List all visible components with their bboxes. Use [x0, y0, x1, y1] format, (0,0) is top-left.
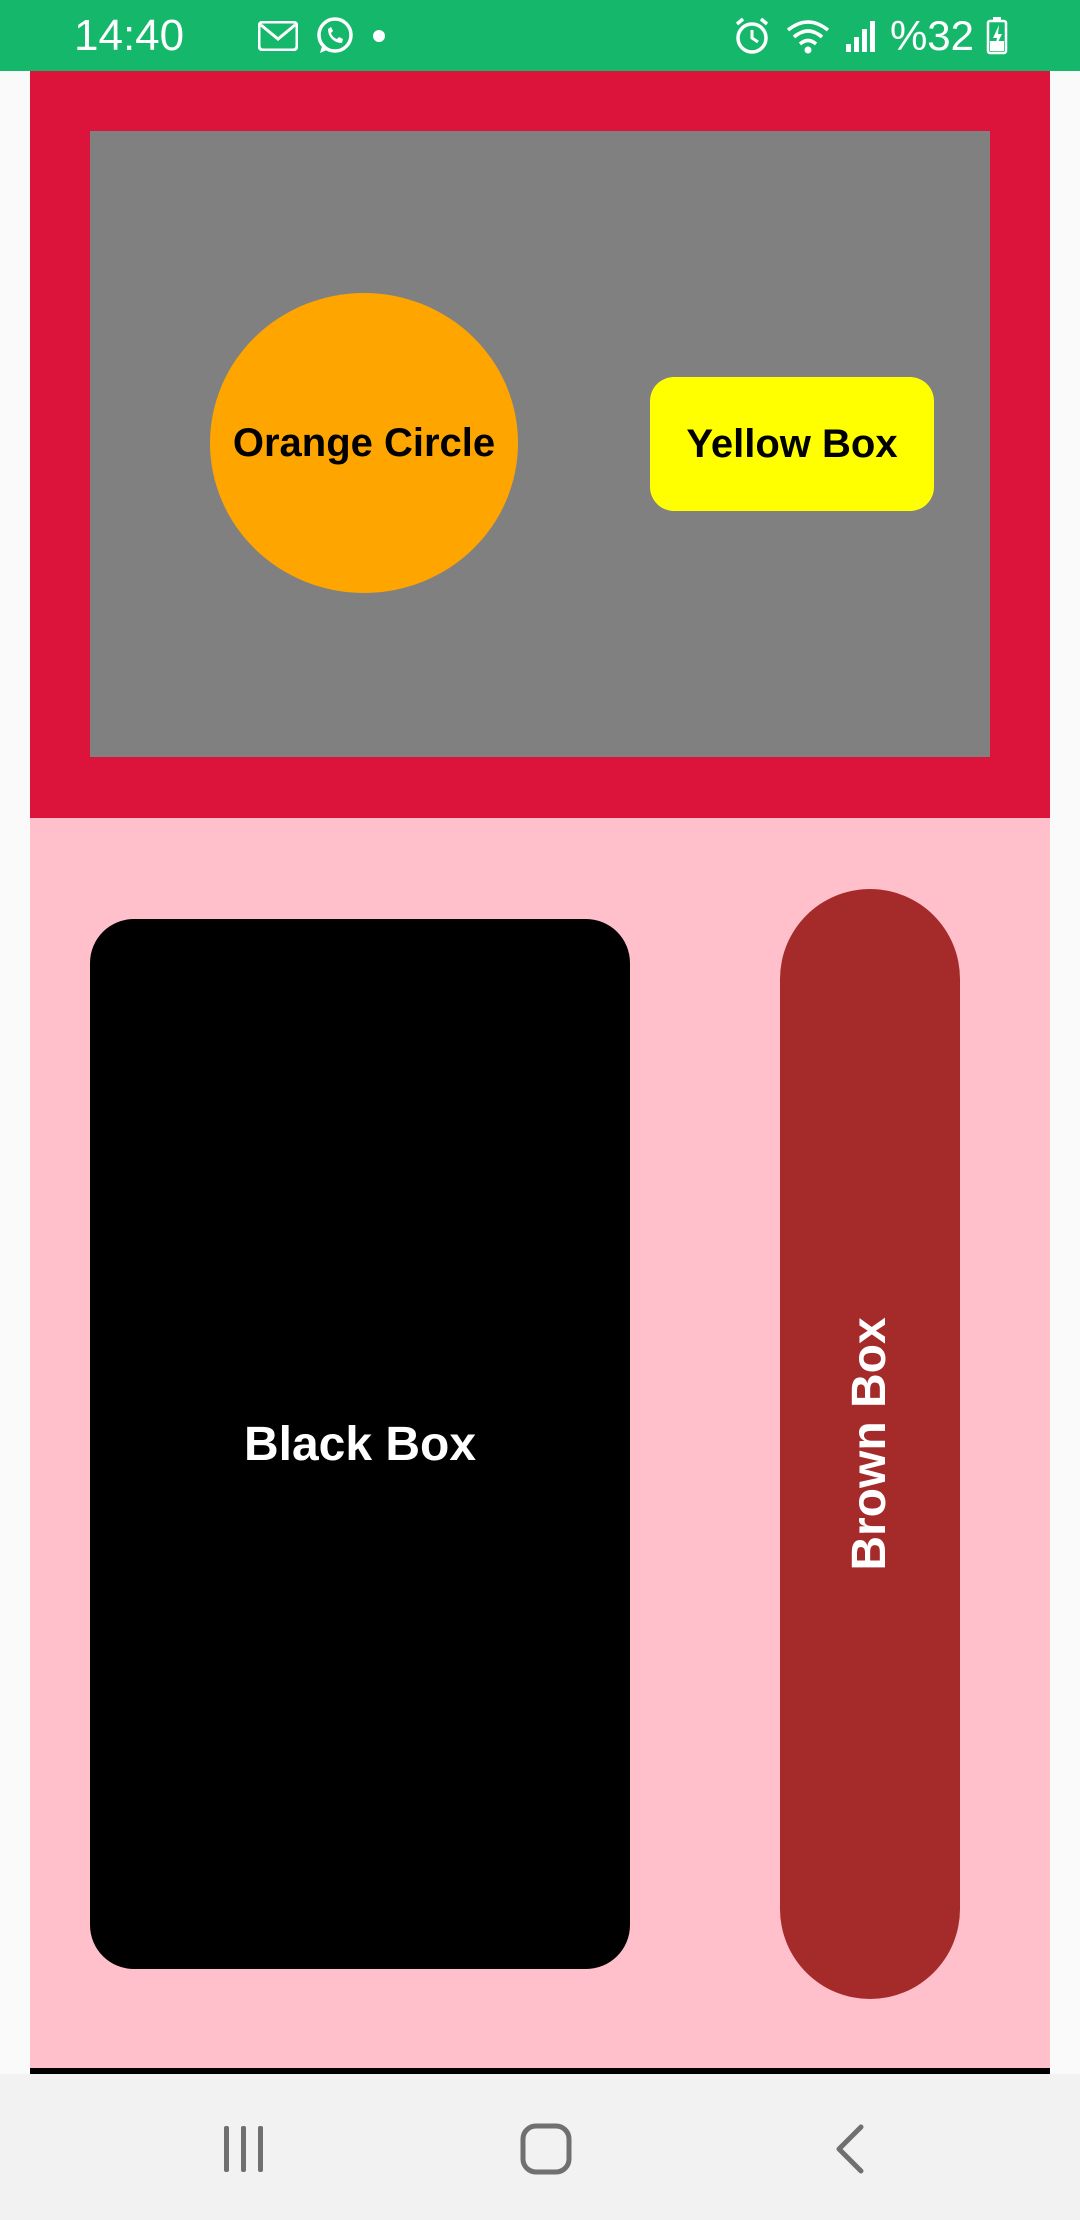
black-box: Black Box	[90, 919, 630, 1969]
yellow-box: Yellow Box	[650, 377, 934, 511]
pink-container: Black Box Brown Box	[30, 818, 1050, 2074]
red-container: Orange Circle Yellow Box	[30, 71, 1050, 818]
orange-circle-label: Orange Circle	[232, 420, 496, 465]
wifi-icon	[784, 16, 832, 56]
whatsapp-icon	[314, 15, 356, 57]
recent-apps-icon	[220, 2124, 268, 2174]
gmail-icon	[258, 21, 298, 51]
status-bar: 14:40 %32	[0, 0, 1080, 71]
brown-box-label: Brown Box	[843, 1317, 896, 1571]
notification-icons	[258, 16, 386, 56]
notification-dot-icon	[372, 29, 386, 43]
recent-apps-button[interactable]	[209, 2114, 279, 2184]
black-box-label: Black Box	[243, 1417, 477, 1471]
alarm-icon	[732, 16, 772, 56]
system-status: %32	[732, 14, 1008, 58]
home-button[interactable]	[511, 2114, 581, 2184]
yellow-box-label: Yellow Box	[686, 421, 898, 466]
battery-charging-icon	[986, 17, 1008, 55]
signal-icon	[844, 18, 878, 54]
orange-circle: Orange Circle	[210, 293, 518, 593]
status-time: 14:40	[74, 11, 185, 60]
back-icon	[831, 2123, 867, 2175]
back-button[interactable]	[814, 2114, 884, 2184]
app-content: Orange Circle Yellow Box Black Box Brown…	[30, 71, 1050, 2074]
gray-panel: Orange Circle Yellow Box	[90, 131, 990, 757]
navigation-bar	[0, 2074, 1080, 2220]
home-icon	[520, 2123, 572, 2175]
brown-box: Brown Box	[780, 889, 960, 1999]
battery-percentage: %32	[889, 12, 974, 59]
